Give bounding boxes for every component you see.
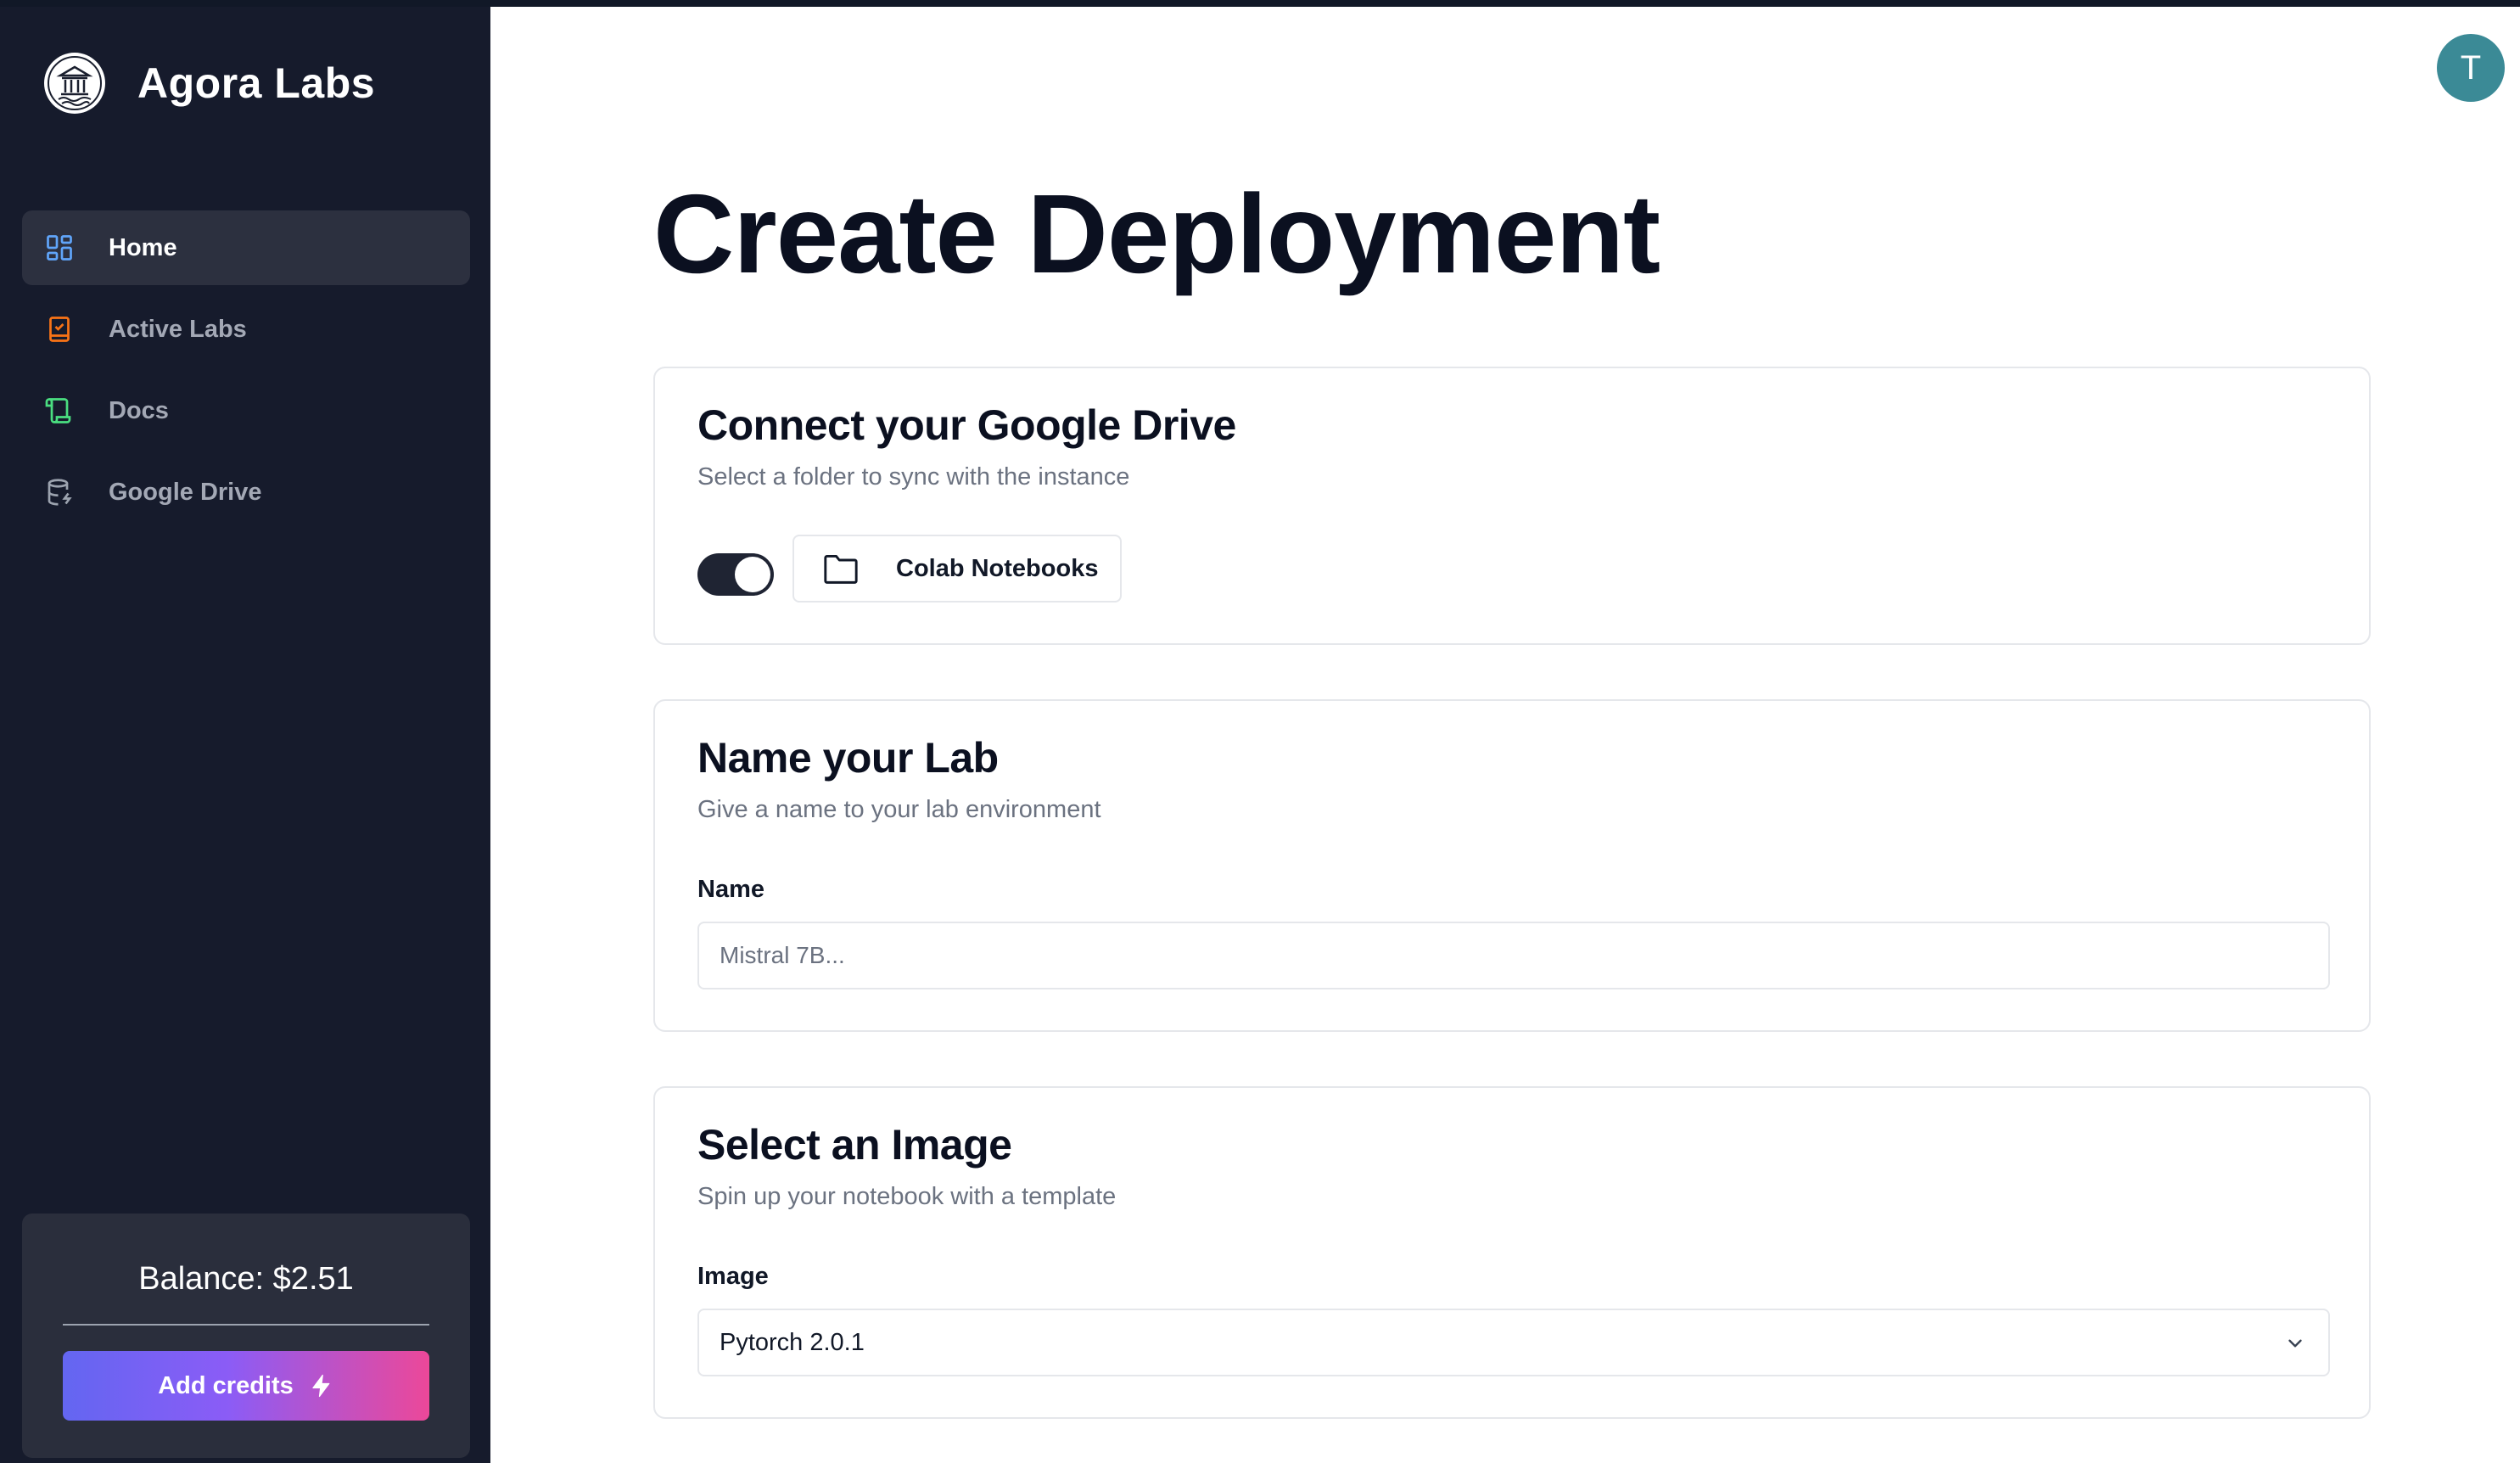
agora-logo-icon (44, 53, 105, 114)
image-select-value: Pytorch 2.0.1 (720, 1328, 865, 1356)
sidebar-item-home[interactable]: Home (22, 210, 470, 285)
name-field-label: Name (697, 876, 764, 903)
sidebar-item-label: Active Labs (109, 315, 247, 343)
clipboard-check-icon (42, 312, 76, 346)
balance-text: Balance: $2.51 (138, 1261, 354, 1297)
balance-card: Balance: $2.51 Add credits (22, 1214, 470, 1458)
sidebar-item-label: Google Drive (109, 478, 262, 506)
google-drive-card: Connect your Google Drive Select a folde… (653, 367, 2371, 645)
avatar[interactable]: T (2437, 34, 2505, 102)
top-border (0, 0, 2520, 7)
page-title: Create Deployment (653, 171, 1660, 296)
scroll-icon (42, 394, 76, 428)
card-subtitle: Spin up your notebook with a template (697, 1183, 1117, 1210)
lightning-icon (312, 1374, 330, 1398)
image-select[interactable]: Pytorch 2.0.1 (697, 1309, 2330, 1376)
sidebar-item-docs[interactable]: Docs (22, 373, 470, 448)
sidebar-nav: Home Active Labs Docs Google Drive (22, 210, 470, 536)
chevron-down-icon (2288, 1339, 2302, 1348)
database-icon (42, 475, 76, 509)
add-credits-label: Add credits (158, 1371, 294, 1399)
divider (63, 1324, 429, 1326)
sidebar: Agora Labs Home Active Labs Docs Google … (0, 7, 490, 1463)
sidebar-item-google-drive[interactable]: Google Drive (22, 455, 470, 530)
card-subtitle: Give a name to your lab environment (697, 796, 1101, 823)
image-field-label: Image (697, 1263, 769, 1290)
folder-icon (824, 555, 858, 584)
card-title: Select an Image (697, 1121, 1012, 1169)
sidebar-item-label: Docs (109, 396, 169, 424)
brand[interactable]: Agora Labs (44, 49, 375, 117)
toggle-knob (735, 557, 770, 592)
sidebar-item-label: Home (109, 233, 177, 261)
lab-name-input[interactable] (697, 922, 2330, 989)
folder-select-button[interactable]: Colab Notebooks (792, 535, 1122, 603)
card-title: Name your Lab (697, 734, 999, 782)
add-credits-button[interactable]: Add credits (63, 1351, 429, 1421)
lab-name-card: Name your Lab Give a name to your lab en… (653, 699, 2371, 1032)
drive-sync-toggle[interactable] (697, 553, 774, 596)
brand-name: Agora Labs (137, 59, 376, 107)
card-title: Connect your Google Drive (697, 401, 1236, 449)
card-subtitle: Select a folder to sync with the instanc… (697, 463, 1130, 490)
sidebar-item-active-labs[interactable]: Active Labs (22, 292, 470, 367)
grid-icon (42, 231, 76, 265)
image-select-card: Select an Image Spin up your notebook wi… (653, 1086, 2371, 1419)
folder-label: Colab Notebooks (896, 554, 1099, 582)
